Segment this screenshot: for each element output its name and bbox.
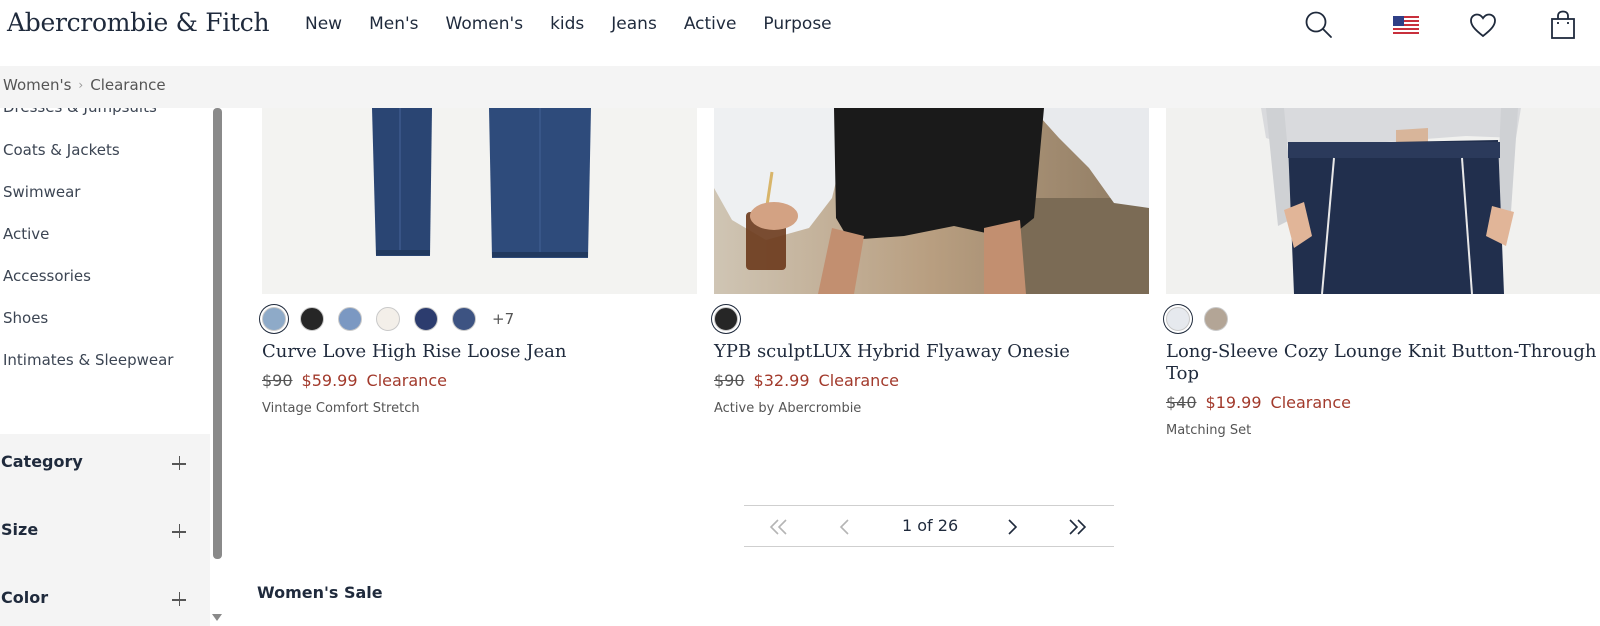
us-flag-icon[interactable] — [1389, 8, 1423, 42]
nav-jeans[interactable]: Jeans — [611, 14, 657, 34]
nav-purpose[interactable]: Purpose — [763, 14, 831, 34]
sidebar-link-accessories[interactable]: Accessories — [3, 267, 91, 285]
color-swatches — [1166, 305, 1600, 333]
filter-category[interactable]: Category — [0, 444, 210, 484]
sidebar-link-shoes[interactable]: Shoes — [3, 309, 48, 327]
color-swatch[interactable] — [300, 307, 324, 331]
shopping-bag-icon[interactable] — [1546, 8, 1580, 42]
product-subtitle: Active by Abercrombie — [714, 401, 862, 416]
sidebar-link-active[interactable]: Active — [3, 225, 49, 243]
nav-kids[interactable]: kids — [550, 14, 584, 34]
product-card[interactable]: +7 Curve Love High Rise Loose Jean $90 $… — [262, 108, 697, 416]
site-header: Abercrombie & Fitch New Men's Women's ki… — [0, 0, 1600, 66]
pagination: 1 of 26 — [744, 505, 1114, 547]
nav-womens[interactable]: Women's — [446, 14, 524, 34]
sale-price: $59.99 — [301, 371, 358, 390]
price-row: $90 $59.99 Clearance — [262, 371, 697, 390]
filter-size[interactable]: Size — [0, 512, 210, 552]
breadcrumb-womens[interactable]: Women's — [3, 76, 71, 94]
product-image[interactable] — [714, 108, 1149, 294]
product-subtitle: Matching Set — [1166, 423, 1252, 438]
color-swatch[interactable] — [414, 307, 438, 331]
color-swatch[interactable] — [338, 307, 362, 331]
product-image[interactable] — [1166, 108, 1600, 294]
color-swatch[interactable] — [262, 307, 286, 331]
original-price: $40 — [1166, 393, 1197, 412]
clearance-label: Clearance — [1270, 393, 1351, 412]
color-swatches: +7 — [262, 305, 697, 333]
product-image[interactable] — [262, 108, 697, 294]
nav-new[interactable]: New — [305, 14, 342, 34]
color-swatch[interactable] — [1166, 307, 1190, 331]
page-indicator: 1 of 26 — [902, 516, 959, 535]
sidebar-scrollbar-thumb[interactable] — [213, 108, 222, 559]
color-swatch[interactable] — [714, 307, 738, 331]
product-card[interactable]: Long-Sleeve Cozy Lounge Knit Button-Thro… — [1166, 108, 1600, 438]
nav-active[interactable]: Active — [684, 14, 737, 34]
product-name[interactable]: Long-Sleeve Cozy Lounge Knit Button-Thro… — [1166, 341, 1600, 385]
price-row: $40 $19.99 Clearance — [1166, 393, 1600, 412]
product-subtitle: Vintage Comfort Stretch — [262, 401, 420, 416]
sidebar-link-coats[interactable]: Coats & Jackets — [3, 141, 120, 159]
color-swatches — [714, 305, 1149, 333]
search-icon[interactable] — [1302, 8, 1336, 42]
filter-panel: Category Size Color — [0, 434, 210, 626]
original-price: $90 — [262, 371, 293, 390]
section-heading: Women's Sale — [257, 583, 383, 602]
brand-logo[interactable]: Abercrombie & Fitch — [7, 8, 270, 37]
sidebar-link-swimwear[interactable]: Swimwear — [3, 183, 80, 201]
product-card[interactable]: YPB sculptLUX Hybrid Flyaway Onesie $90 … — [714, 108, 1149, 416]
sale-price: $32.99 — [753, 371, 810, 390]
original-price: $90 — [714, 371, 745, 390]
sale-price: $19.99 — [1205, 393, 1262, 412]
clearance-label: Clearance — [818, 371, 899, 390]
last-page-icon[interactable] — [1064, 515, 1090, 539]
color-swatch[interactable] — [1204, 307, 1228, 331]
sidebar-link-dresses[interactable]: Dresses & Jumpsuits — [3, 108, 157, 116]
plus-icon[interactable] — [172, 592, 188, 608]
filter-color[interactable]: Color — [0, 580, 210, 620]
breadcrumb: Women's › Clearance — [3, 76, 166, 94]
plus-icon[interactable] — [172, 524, 188, 540]
main-nav: New Men's Women's kids Jeans Active Purp… — [305, 14, 859, 34]
price-row: $90 $32.99 Clearance — [714, 371, 1149, 390]
color-swatch[interactable] — [376, 307, 400, 331]
wishlist-heart-icon[interactable] — [1466, 8, 1500, 42]
product-name[interactable]: Curve Love High Rise Loose Jean — [262, 341, 697, 363]
filter-color-label: Color — [1, 588, 49, 607]
clearance-label: Clearance — [366, 371, 447, 390]
product-name[interactable]: YPB sculptLUX Hybrid Flyaway Onesie — [714, 341, 1149, 363]
breadcrumb-bar: Women's › Clearance — [0, 66, 1600, 108]
breadcrumb-clearance[interactable]: Clearance — [90, 76, 165, 94]
previous-page-icon[interactable] — [832, 515, 858, 539]
filter-category-label: Category — [1, 452, 83, 471]
plus-icon[interactable] — [172, 456, 188, 472]
first-page-icon[interactable] — [766, 515, 792, 539]
more-colors-link[interactable]: +7 — [492, 310, 514, 328]
next-page-icon[interactable] — [999, 515, 1025, 539]
scroll-down-arrow-icon[interactable] — [210, 611, 224, 623]
color-swatch[interactable] — [452, 307, 476, 331]
sidebar: Dresses & Jumpsuits Coats & Jackets Swim… — [0, 108, 210, 626]
nav-mens[interactable]: Men's — [369, 14, 418, 34]
sidebar-link-intimates[interactable]: Intimates & Sleepwear — [3, 351, 173, 369]
breadcrumb-separator: › — [78, 78, 84, 92]
filter-size-label: Size — [1, 520, 39, 539]
